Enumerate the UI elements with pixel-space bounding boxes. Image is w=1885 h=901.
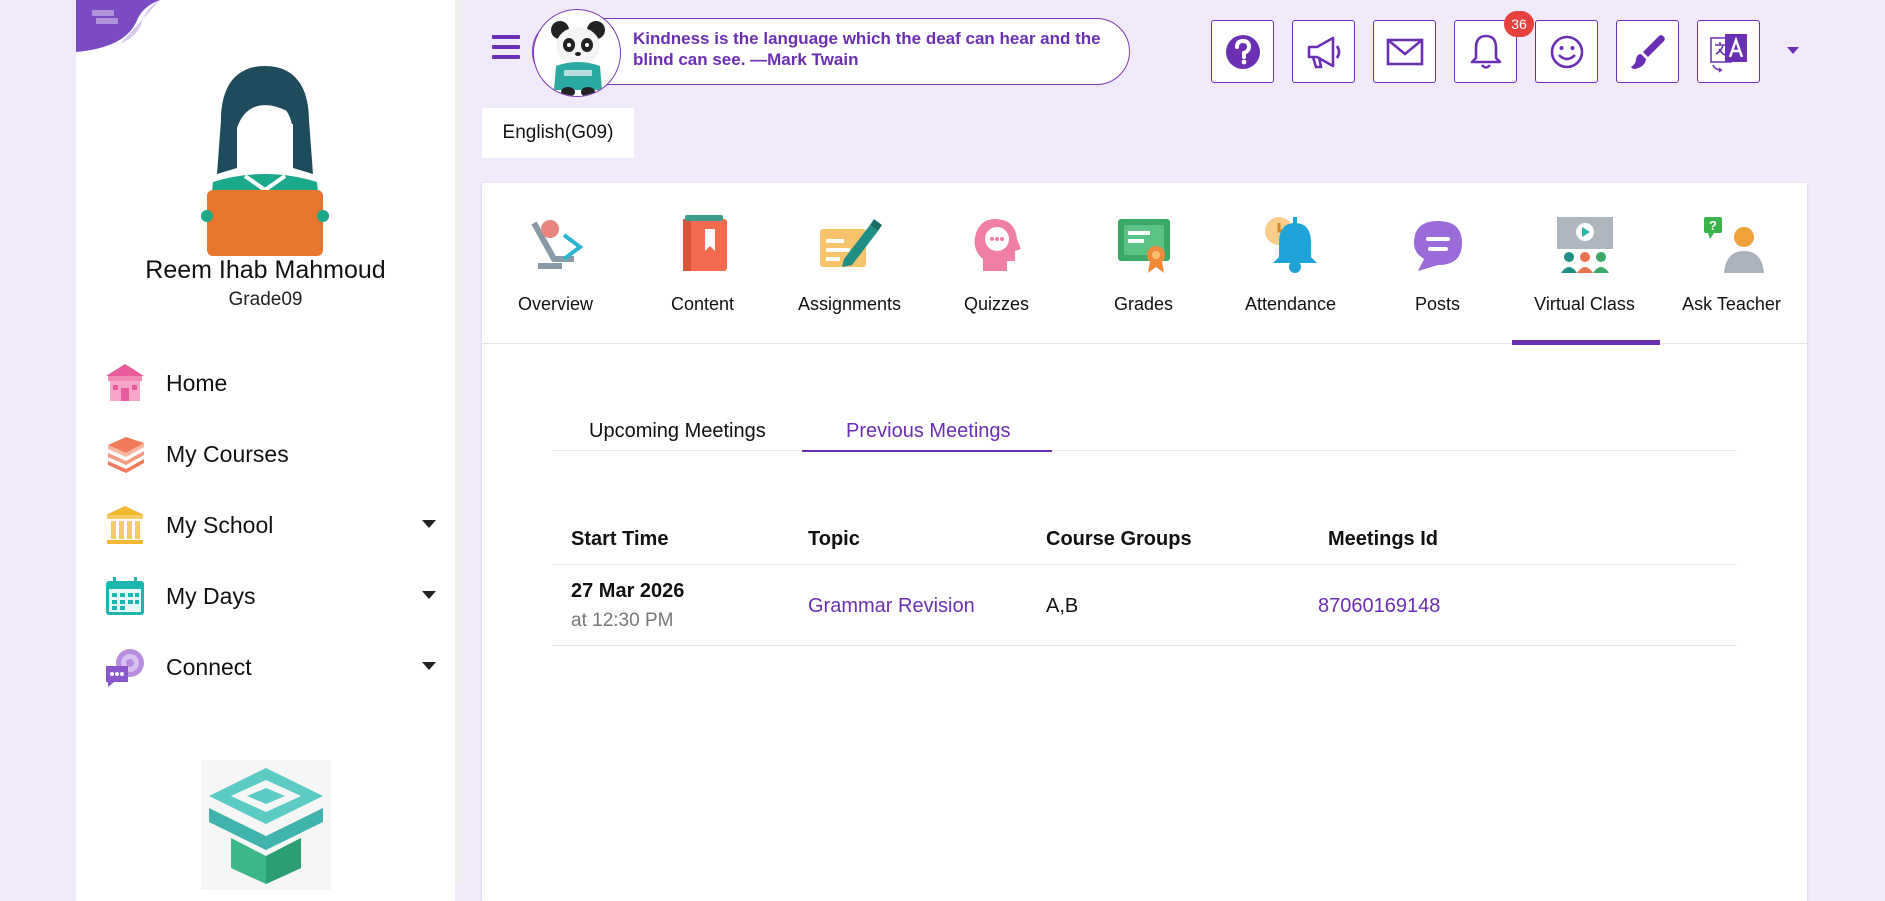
tab-assignments[interactable]: Assignments [776, 212, 923, 343]
hamburger-menu-button[interactable] [492, 35, 520, 63]
sidebar-item-home[interactable]: Home [104, 357, 444, 409]
sidebar-item-label: Connect [166, 653, 252, 680]
meeting-course-groups: A,B [1046, 595, 1079, 617]
tab-ask-teacher[interactable]: ? Ask Teacher [1658, 212, 1805, 343]
sidebar-item-label: My School [166, 511, 274, 538]
theme-button[interactable] [1616, 20, 1679, 83]
user-grade: Grade09 [228, 289, 303, 310]
tab-grades[interactable]: Grades [1070, 212, 1217, 343]
avatar [201, 66, 329, 256]
virtual-class-icon [1556, 217, 1613, 273]
sidebar-item-my-courses[interactable]: My Courses [104, 428, 444, 480]
language-button[interactable] [1697, 20, 1760, 83]
announcements-button[interactable] [1292, 20, 1355, 83]
calendar-icon [106, 577, 144, 615]
meeting-topic-link[interactable]: Grammar Revision [808, 595, 975, 618]
sidebar-item-label: Home [166, 369, 228, 396]
active-subtab-indicator [802, 450, 1052, 452]
messages-button[interactable] [1373, 20, 1436, 83]
chat-icon [106, 649, 144, 687]
help-icon [1225, 34, 1260, 69]
sidebar-item-my-school[interactable]: My School [104, 499, 444, 551]
translate-icon [1709, 33, 1747, 73]
tab-upcoming-meetings[interactable]: Upcoming Meetings [589, 420, 766, 443]
table-header-divider [552, 564, 1737, 565]
svg-text:?: ? [1709, 218, 1717, 233]
panda-mascot [533, 9, 621, 97]
school-logo [201, 760, 331, 890]
column-header-topic: Topic [808, 528, 860, 550]
sidebar-scrollbar[interactable] [455, 0, 463, 883]
column-header-course-groups: Course Groups [1046, 528, 1192, 550]
tab-label: Overview [517, 294, 593, 314]
home-icon [106, 364, 144, 401]
tab-label: Ask Teacher [1682, 294, 1781, 314]
meeting-id-link[interactable]: 87060169148 [1318, 595, 1440, 618]
tab-label: Assignments [797, 294, 902, 314]
sidebar-item-label: My Days [166, 582, 256, 609]
chevron-down-icon[interactable] [422, 520, 436, 528]
brush-icon [1630, 34, 1665, 69]
course-selector[interactable]: English(G09) [482, 108, 634, 158]
tab-label: Content [670, 294, 735, 314]
quiz-icon [974, 219, 1021, 271]
header-dropdown-caret[interactable] [1787, 47, 1799, 54]
tab-content[interactable]: Content [629, 212, 776, 343]
notification-count-badge: 36 [1504, 11, 1534, 37]
tab-quizzes[interactable]: Quizzes [923, 212, 1070, 343]
mood-button[interactable] [1535, 20, 1598, 83]
overview-icon [530, 220, 583, 269]
bell-icon [1470, 34, 1501, 69]
meeting-time: at 12:30 PM [571, 610, 674, 631]
tab-previous-meetings[interactable]: Previous Meetings [846, 420, 1011, 443]
chevron-down-icon[interactable] [422, 591, 436, 599]
user-name: Reem Ihab Mahmoud [145, 256, 386, 284]
app-root: Reem Ihab Mahmoud Grade09 Home My Course… [0, 0, 1885, 901]
sidebar-item-my-days[interactable]: My Days [104, 570, 444, 622]
assignment-icon [819, 219, 882, 267]
speech-bubble-icon [1413, 221, 1462, 271]
sidebar-item-label: My Courses [166, 440, 289, 467]
column-header-start-time: Start Time [571, 528, 669, 550]
tab-attendance[interactable]: Attendance [1217, 212, 1364, 343]
tab-label: Posts [1414, 294, 1461, 314]
quote-text: Kindness is the language which the deaf … [633, 29, 1101, 69]
books-icon [108, 437, 144, 473]
ask-teacher-icon: ? [1703, 217, 1764, 273]
tab-label: Attendance [1244, 294, 1337, 314]
smiley-icon [1550, 35, 1583, 68]
table-row-divider [552, 645, 1737, 646]
tab-posts[interactable]: Posts [1364, 212, 1511, 343]
certificate-icon [1117, 219, 1170, 273]
mail-icon [1386, 38, 1423, 65]
tab-label: Virtual Class [1534, 294, 1635, 314]
tab-virtual-class[interactable]: Virtual Class [1511, 212, 1658, 343]
column-header-meetings-id: Meetings Id [1328, 528, 1439, 550]
megaphone-icon [1307, 36, 1340, 68]
book-icon [682, 215, 727, 271]
tab-overview[interactable]: Overview [482, 212, 629, 343]
attendance-bell-icon [1264, 217, 1317, 273]
tab-label: Quizzes [963, 294, 1030, 314]
tab-label: Grades [1113, 294, 1174, 314]
school-icon [106, 506, 144, 544]
corner-ribbon-icon [76, 0, 160, 52]
active-tab-indicator [1512, 340, 1660, 345]
subtabs-divider [552, 450, 1737, 451]
meeting-date: 27 Mar 2026 [571, 580, 685, 602]
panda-icon [551, 21, 605, 96]
chevron-down-icon[interactable] [422, 662, 436, 670]
help-button[interactable] [1211, 20, 1274, 83]
sidebar-item-connect[interactable]: Connect [104, 641, 444, 693]
